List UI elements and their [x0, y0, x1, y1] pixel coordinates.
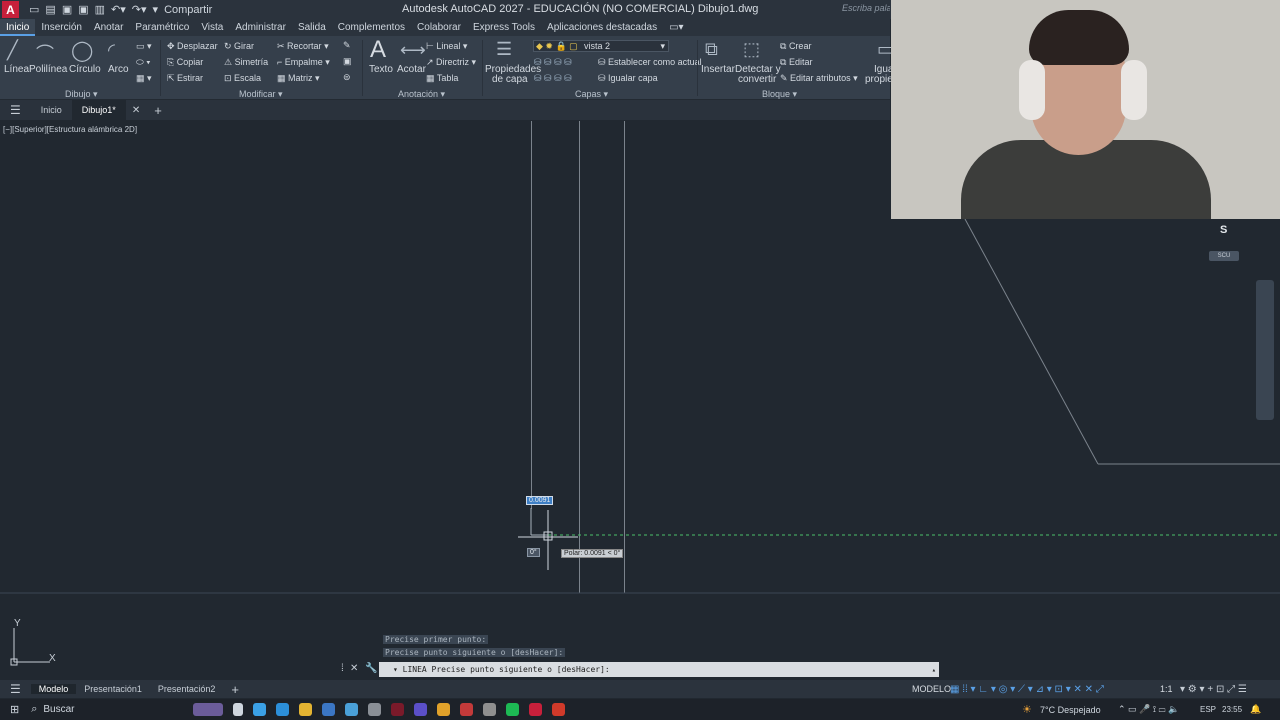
command-grip-icon[interactable]: ⁞: [341, 663, 344, 674]
store-icon[interactable]: [322, 703, 336, 716]
autocad-web-icon[interactable]: [552, 703, 566, 716]
clock[interactable]: 23:55: [1222, 705, 1242, 714]
search-icon[interactable]: ⌕: [31, 703, 37, 716]
weather-text[interactable]: 7°C Despejado: [1040, 705, 1101, 715]
tray-icons[interactable]: ⌃ ▭ 🎤 ⟟ ▭ 🔈: [1118, 704, 1179, 715]
angle-input-field[interactable]: 0°: [527, 548, 540, 557]
taskbar-search[interactable]: Buscar: [43, 704, 143, 715]
model-space-toggle[interactable]: MODELO: [912, 684, 951, 694]
obs-icon[interactable]: [483, 703, 497, 716]
wcs-label: SCU: [1217, 253, 1231, 259]
angle-value: 0°: [530, 549, 537, 556]
command-history-line: Precise punto siguiente o [desHacer]:: [383, 648, 566, 657]
input-language[interactable]: ESP: [1200, 705, 1216, 714]
polar-tooltip: Polar: 0.0091 < 0°: [561, 549, 624, 558]
polar-tooltip-text: Polar: 0.0091 < 0°: [564, 550, 621, 557]
navigation-bar[interactable]: [1256, 280, 1274, 420]
app-icon[interactable]: [368, 703, 382, 716]
add-layout-icon[interactable]: +: [223, 682, 247, 697]
windows-taskbar: ⊞ ⌕ Buscar ☀ 7°C Despejado ⌃ ▭ 🎤 ⟟ ▭ 🔈 E…: [0, 699, 1280, 720]
autocad-taskbar-icon[interactable]: [529, 703, 543, 716]
command-line-input[interactable]: ▾ LINEA Precise punto siguiente o [desHa…: [379, 662, 939, 677]
webcam-overlay: [891, 0, 1280, 219]
command-history-line: Precise primer punto:: [383, 635, 489, 644]
mail-icon[interactable]: [345, 703, 359, 716]
tab-modelo[interactable]: Modelo: [30, 684, 77, 694]
dynamic-input-field[interactable]: 0.0091: [526, 496, 554, 505]
spotify-icon[interactable]: [506, 703, 520, 716]
windows-start-icon[interactable]: ⊞: [10, 703, 19, 716]
copilot-icon[interactable]: [253, 703, 267, 716]
ucs-x-label: X: [49, 653, 56, 664]
task-view-icon[interactable]: [233, 703, 244, 716]
app3-icon[interactable]: [460, 703, 474, 716]
annotation-scale[interactable]: 1:1: [1160, 684, 1173, 694]
headphone-right: [1121, 60, 1147, 120]
ucs-y-label: Y: [14, 618, 21, 629]
close-command-icon[interactable]: ✕: [350, 663, 358, 674]
explorer-icon[interactable]: [299, 703, 313, 716]
pinned-apps: [188, 703, 570, 716]
status-tools-icons[interactable]: ▾ ⚙ ▾ + ⊡ ⤢ ☰: [1180, 684, 1247, 695]
discord-icon[interactable]: [414, 703, 428, 716]
headphone-left: [1019, 60, 1045, 120]
status-bar: ☰ Modelo Presentación1 Presentación2 + M…: [0, 680, 1280, 698]
tab-presentacion2[interactable]: Presentación2: [150, 684, 224, 694]
grid-icon[interactable]: ▦ ⁞⁞ ▾ ∟ ▾ ◎ ▾ ⟋ ▾ ⊿ ▾ ⊡ ▾ ✕ ✕ ⤢: [950, 684, 1104, 695]
widget-image-icon[interactable]: [193, 703, 224, 716]
layout-menu-icon[interactable]: ☰: [0, 682, 31, 696]
viewcube-compass-south[interactable]: S: [1220, 224, 1227, 236]
app2-icon[interactable]: [391, 703, 405, 716]
wrench-icon[interactable]: 🔧: [365, 663, 377, 674]
wcs-menu[interactable]: SCU: [1209, 251, 1239, 261]
command-prompt: ▾ LINEA Precise punto siguiente o [desHa…: [393, 665, 610, 674]
weather-icon[interactable]: ☀: [1022, 703, 1032, 716]
command-history-arrow-icon[interactable]: ▴: [932, 666, 936, 674]
notification-icon[interactable]: 🔔: [1250, 704, 1261, 715]
person-hair: [1029, 10, 1129, 65]
tab-presentacion1[interactable]: Presentación1: [76, 684, 150, 694]
dynamic-input-value: 0.0091: [529, 497, 551, 504]
edge-icon[interactable]: [276, 703, 290, 716]
chrome-icon[interactable]: [437, 703, 451, 716]
